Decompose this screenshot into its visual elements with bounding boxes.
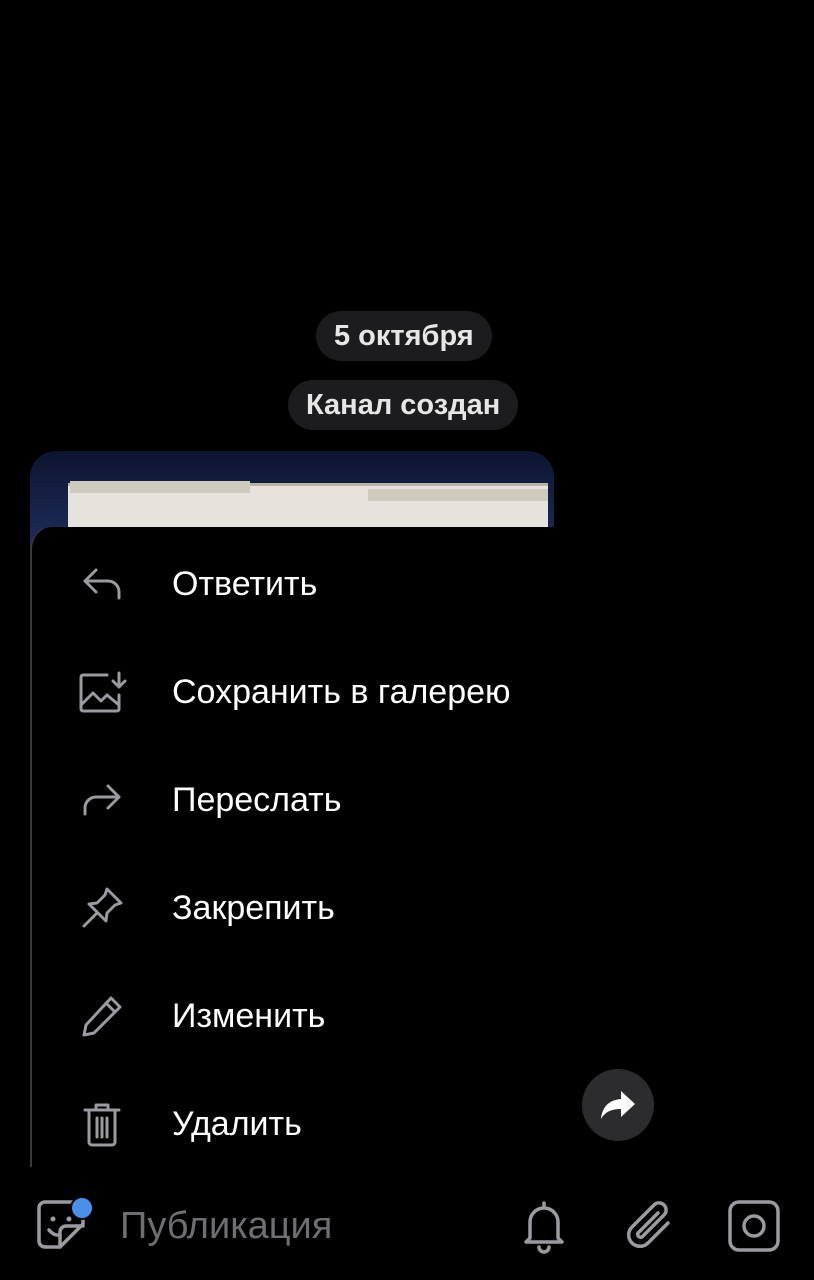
camera-button[interactable] (726, 1198, 782, 1254)
post-input[interactable] (118, 1200, 482, 1252)
pin-icon (76, 882, 128, 934)
photo-detail (70, 481, 250, 493)
new-badge-dot (70, 1196, 94, 1220)
trash-icon (76, 1098, 128, 1150)
message-context-menu: Ответить Сохранить в галерею Переслать З… (30, 527, 814, 1167)
reply-icon (76, 558, 128, 610)
menu-item-label: Ответить (172, 564, 318, 603)
date-separator: 5 октября (316, 311, 492, 361)
attach-button[interactable] (624, 1196, 680, 1254)
bell-icon (524, 1201, 564, 1254)
save-to-gallery-icon (76, 666, 128, 718)
menu-item-delete[interactable]: Удалить (32, 1070, 592, 1178)
composer-bar (0, 1170, 814, 1280)
paperclip-icon (626, 1201, 670, 1249)
menu-item-save-to-gallery[interactable]: Сохранить в галерею (32, 638, 592, 746)
share-button[interactable] (582, 1069, 654, 1141)
menu-item-label: Удалить (172, 1104, 302, 1143)
forward-icon (76, 774, 128, 826)
service-message-channel-created: Канал создан (288, 380, 519, 430)
menu-item-label: Закрепить (172, 888, 335, 927)
menu-item-edit[interactable]: Изменить (32, 962, 592, 1070)
edit-pencil-icon (76, 990, 128, 1042)
menu-item-reply[interactable]: Ответить (32, 530, 592, 638)
notifications-button[interactable] (518, 1198, 570, 1254)
camera-icon (728, 1200, 780, 1252)
photo-detail (368, 489, 548, 501)
menu-item-label: Сохранить в галерею (172, 672, 511, 711)
menu-item-pin[interactable]: Закрепить (32, 854, 592, 962)
menu-item-label: Изменить (172, 996, 326, 1035)
share-arrow-icon (601, 1091, 635, 1119)
menu-item-forward[interactable]: Переслать (32, 746, 592, 854)
menu-item-label: Переслать (172, 780, 342, 819)
